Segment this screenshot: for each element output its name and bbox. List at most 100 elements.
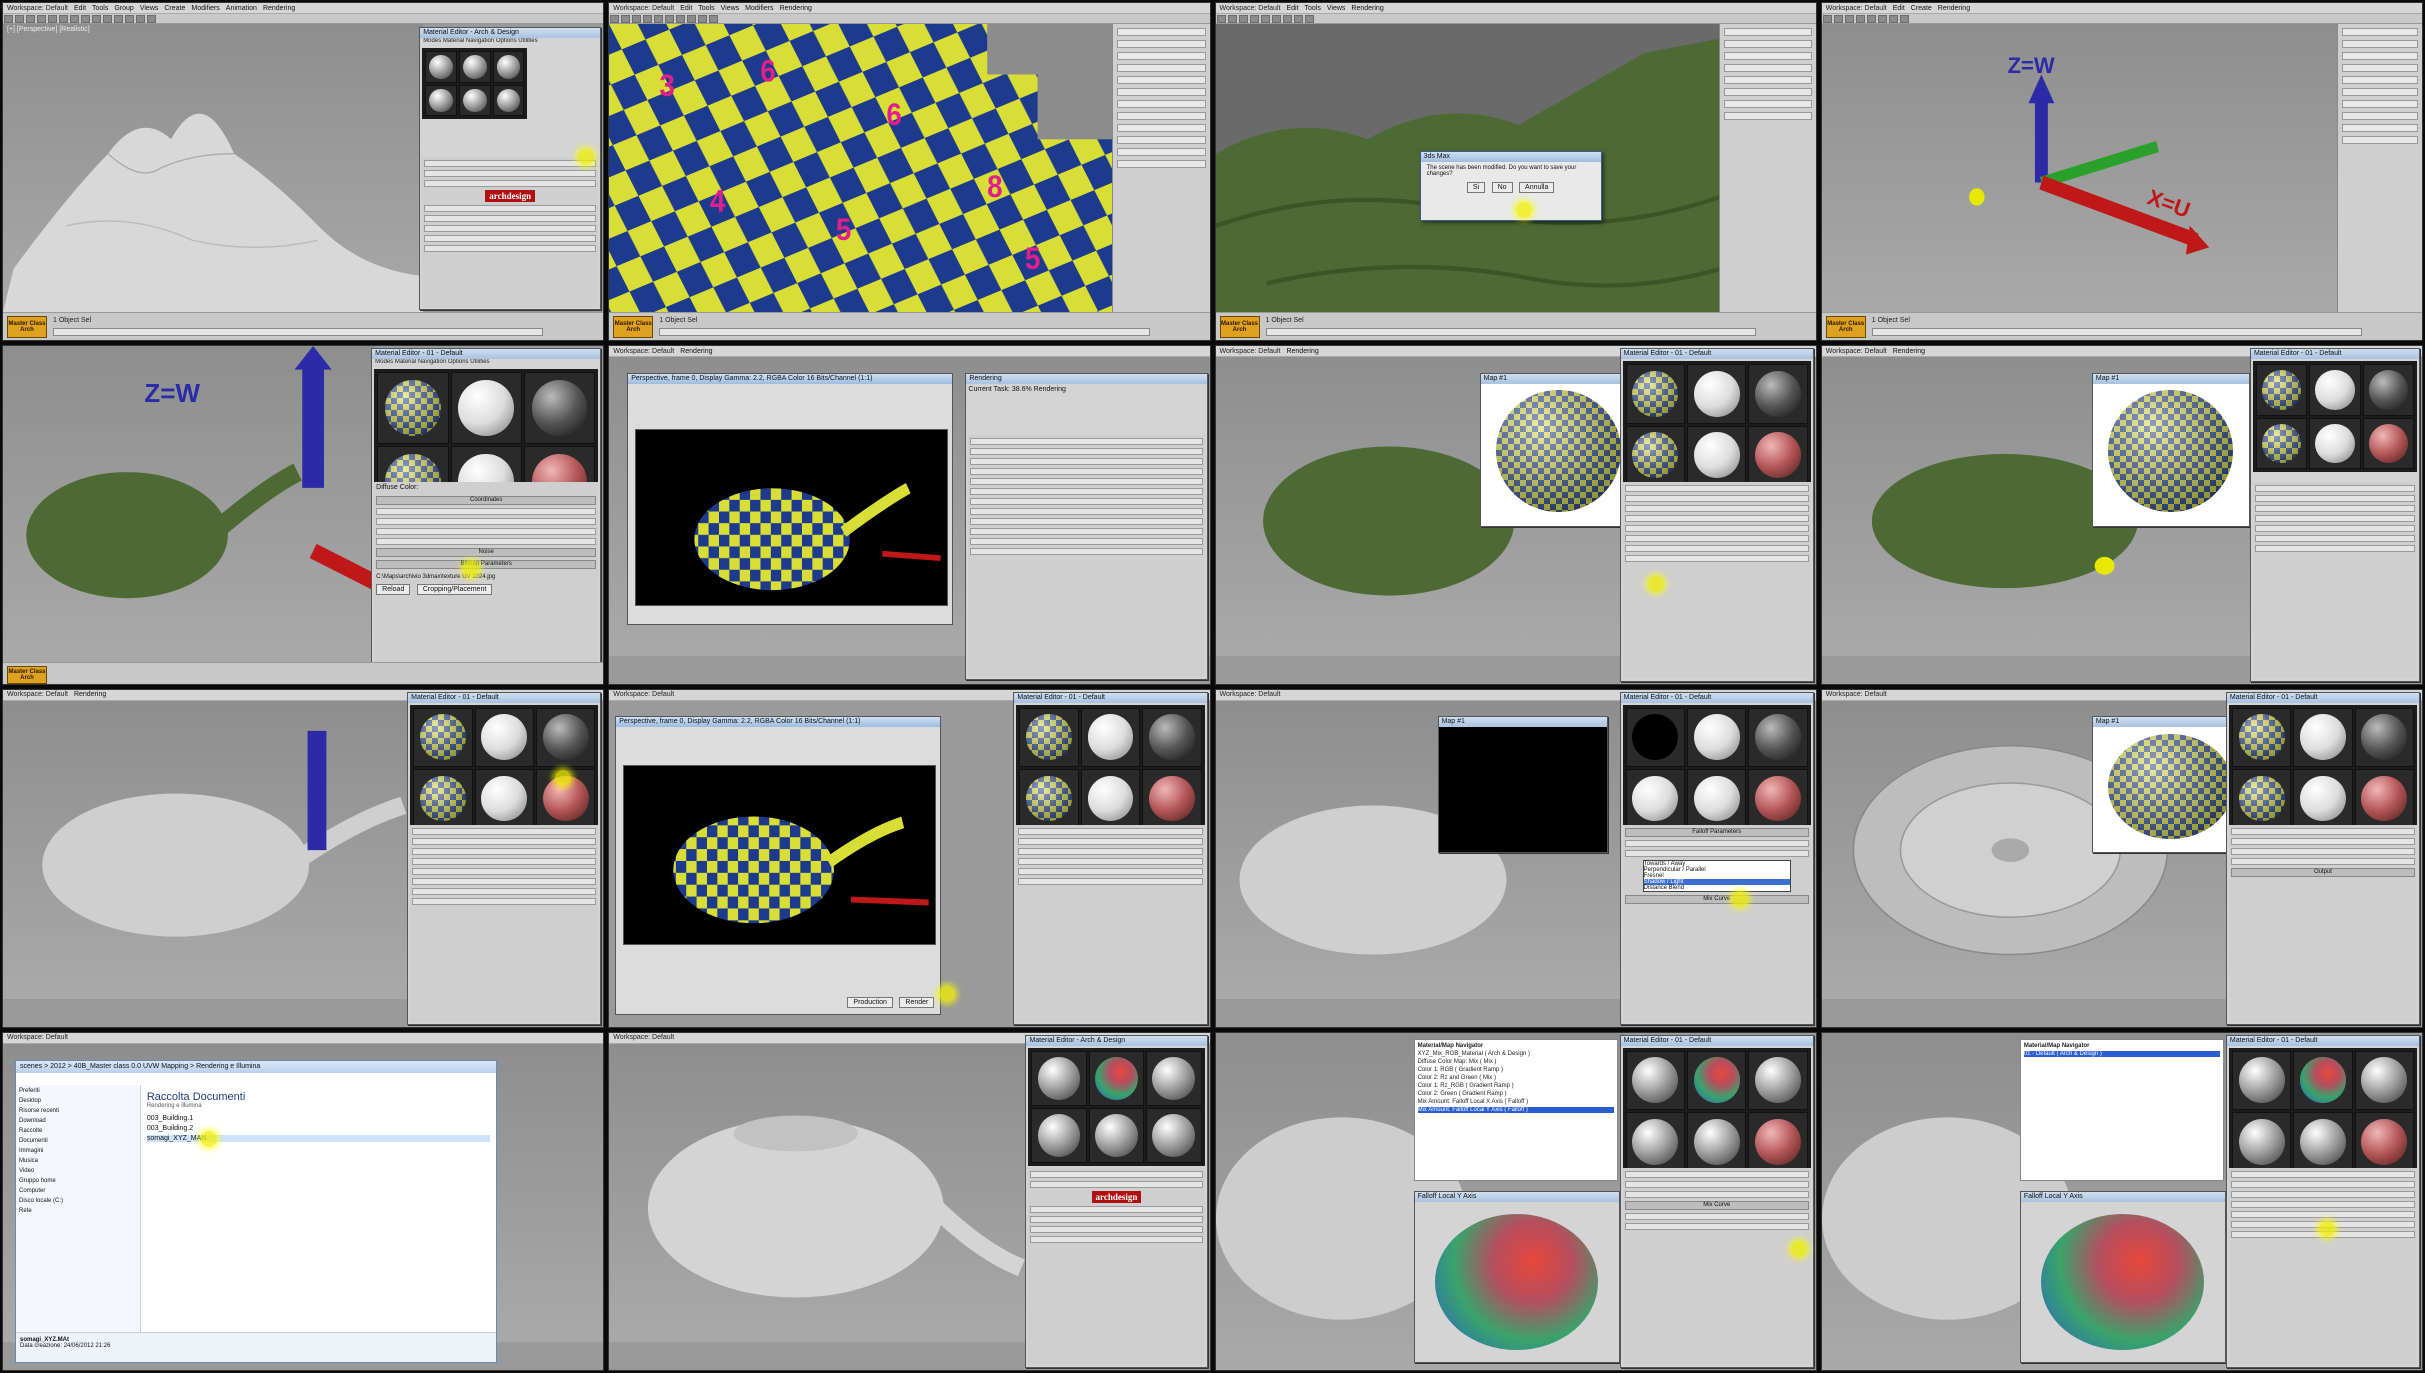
sample-slot[interactable]	[523, 372, 596, 444]
menu-modifiers[interactable]: Modifiers	[191, 5, 219, 12]
reload-button[interactable]: Reload	[376, 583, 411, 595]
menu-rendering[interactable]: Rendering	[1286, 348, 1318, 355]
menu-animation[interactable]: Animation	[226, 5, 257, 12]
workspace-label[interactable]: Workspace: Default	[7, 691, 68, 698]
sidebar-item[interactable]: Risorse recenti	[19, 1108, 137, 1114]
file-item[interactable]: 003_Building.1	[147, 1115, 490, 1122]
sample-slot[interactable]	[458, 51, 491, 83]
navigator-item[interactable]: Color 2: Green ( Gradient Ramp )	[1418, 1091, 1614, 1097]
sidebar-item[interactable]: Preferiti	[19, 1088, 137, 1094]
workspace-label[interactable]: Workspace: Default	[613, 1034, 674, 1041]
navigator-item[interactable]: XYZ_Mix_RGB_Material ( Arch & Design )	[1418, 1051, 1614, 1057]
menu-create[interactable]: Create	[1911, 5, 1932, 12]
menu-views[interactable]: Views	[140, 5, 159, 12]
workspace-label[interactable]: Workspace: Default	[7, 5, 68, 12]
workspace-label[interactable]: Workspace: Default	[1220, 691, 1281, 698]
sample-slot[interactable]	[458, 84, 491, 117]
workspace-label[interactable]: Workspace: Default	[1826, 348, 1887, 355]
menu-tools[interactable]: Tools	[92, 5, 108, 12]
menu-edit[interactable]: Edit	[1286, 5, 1298, 12]
navigator-item[interactable]: Color 2: Rz and Green ( Mix )	[1418, 1075, 1614, 1081]
navigator-item[interactable]: Diffuse Color Map: Mix ( Mix )	[1418, 1059, 1614, 1065]
menu-rendering[interactable]: Rendering	[1893, 348, 1925, 355]
menu-tools[interactable]: Tools	[698, 5, 714, 12]
menu-rendering[interactable]: Rendering	[74, 691, 106, 698]
perspective-viewport[interactable]	[3, 700, 412, 999]
menu-views[interactable]: Views	[721, 5, 740, 12]
sample-slot[interactable]	[425, 84, 457, 117]
time-slider[interactable]	[1871, 328, 2362, 337]
sample-slot[interactable]	[450, 372, 522, 444]
coordinates-rollout[interactable]: Coordinates	[376, 495, 597, 505]
falloff-params-rollout[interactable]: Falloff Parameters	[1624, 828, 1809, 837]
perspective-viewport[interactable]: [+] [Perspective] [Realistic]	[3, 24, 424, 313]
file-item-selected[interactable]: somagi_XYZ_MAN	[146, 1134, 491, 1142]
time-slider[interactable]	[1265, 328, 1756, 337]
sidebar-item[interactable]: Desktop	[19, 1098, 137, 1104]
sidebar-item[interactable]: Download	[19, 1118, 137, 1124]
navigator-item[interactable]: Mix Amount: Falloff Local X Axis ( Fallo…	[1418, 1099, 1614, 1105]
sidebar-item[interactable]: Computer	[19, 1188, 137, 1194]
menu-views[interactable]: Views	[1327, 5, 1346, 12]
sample-slot[interactable]	[425, 51, 457, 83]
navigator-item-selected[interactable]: 01 - Default ( Arch & Design )	[2023, 1051, 2220, 1058]
menu-edit[interactable]: Edit	[74, 5, 86, 12]
workspace-label[interactable]: Workspace: Default	[613, 348, 674, 355]
viewport-label[interactable]: [+] [Perspective] [Realistic]	[7, 26, 90, 33]
navigator-item[interactable]: Color 1: Rz_RGB ( Gradient Ramp )	[1418, 1083, 1614, 1089]
menu-rendering[interactable]: Rendering	[780, 5, 812, 12]
time-slider[interactable]	[53, 328, 544, 337]
sidebar-item[interactable]: Disco locale (C:)	[19, 1198, 137, 1204]
cropping-button[interactable]: Cropping/Placement	[416, 583, 493, 595]
no-button[interactable]: No	[1491, 182, 1513, 194]
sample-slot[interactable]	[492, 51, 525, 83]
material-editor-menu[interactable]: Modes Material Navigation Options Utilit…	[372, 359, 600, 367]
workspace-label[interactable]: Workspace: Default	[7, 1034, 68, 1041]
menu-edit[interactable]: Edit	[680, 5, 692, 12]
workspace-label[interactable]: Workspace: Default	[1220, 5, 1281, 12]
menu-create[interactable]: Create	[164, 5, 185, 12]
perspective-viewport[interactable]	[609, 1043, 1030, 1342]
falloff-option[interactable]: Distance Blend	[1644, 885, 1790, 891]
workspace-label[interactable]: Workspace: Default	[1826, 691, 1887, 698]
menu-rendering[interactable]: Rendering	[680, 348, 712, 355]
sidebar-item[interactable]: Documenti	[19, 1138, 137, 1144]
sample-slot[interactable]	[377, 372, 449, 444]
mix-curve-rollout[interactable]: Mix Curve	[1624, 1201, 1809, 1211]
navigator-item-selected[interactable]: Mix Amount: Falloff Local Y Axis ( Fallo…	[1417, 1107, 1614, 1114]
time-slider[interactable]	[659, 328, 1150, 337]
menu-rendering[interactable]: Rendering	[263, 5, 295, 12]
material-editor-menu[interactable]: Modes Material Navigation Options Utilit…	[420, 38, 600, 46]
file-item[interactable]: 003_Building.2	[147, 1125, 490, 1132]
menu-rendering[interactable]: Rendering	[1351, 5, 1383, 12]
noise-rollout[interactable]: Noise	[376, 547, 597, 557]
sidebar-item[interactable]: Musica	[19, 1158, 137, 1164]
sidebar-item[interactable]: Gruppo home	[19, 1178, 137, 1184]
output-rollout[interactable]: Output	[2230, 868, 2415, 877]
menu-rendering[interactable]: Rendering	[1938, 5, 1970, 12]
menu-group[interactable]: Group	[114, 5, 133, 12]
mix-curve-rollout[interactable]: Mix Curve	[1624, 895, 1809, 904]
yes-button[interactable]: Si	[1466, 182, 1486, 194]
render-button[interactable]: Render	[899, 997, 935, 1009]
production-dropdown[interactable]: Production	[847, 997, 893, 1009]
navigator-item[interactable]: Color 1: RGB ( Gradient Ramp )	[1418, 1067, 1614, 1073]
workspace-label[interactable]: Workspace: Default	[1220, 348, 1281, 355]
perspective-viewport[interactable]: Z=W X=U	[1821, 24, 2338, 313]
workspace-label[interactable]: Workspace: Default	[613, 5, 674, 12]
sidebar-item[interactable]: Video	[19, 1168, 137, 1174]
perspective-viewport[interactable]: Z=W	[3, 346, 376, 662]
sidebar-item[interactable]: Rete	[19, 1208, 137, 1214]
cancel-button[interactable]: Annulla	[1519, 182, 1555, 194]
sidebar-item[interactable]: Raccolte	[19, 1128, 137, 1134]
explorer-path[interactable]: scenes > 2012 > 40B_Master class 0.0 UVW…	[16, 1060, 497, 1073]
menu-edit[interactable]: Edit	[1893, 5, 1905, 12]
workspace-label[interactable]: Workspace: Default	[613, 691, 674, 698]
sidebar-item[interactable]: Immagini	[19, 1148, 137, 1154]
perspective-viewport[interactable]: 3 6 6 4 5 8 5	[609, 24, 1114, 313]
bitmap-path[interactable]: C:\Maps\archivio 3dmax\texture UV 1024.j…	[374, 572, 598, 582]
falloff-type-dropdown[interactable]: Towards / Away Perpendicular / Parallel …	[1642, 860, 1791, 892]
menu-modifiers[interactable]: Modifiers	[745, 5, 773, 12]
menu-tools[interactable]: Tools	[1305, 5, 1321, 12]
workspace-label[interactable]: Workspace: Default	[1826, 5, 1887, 12]
